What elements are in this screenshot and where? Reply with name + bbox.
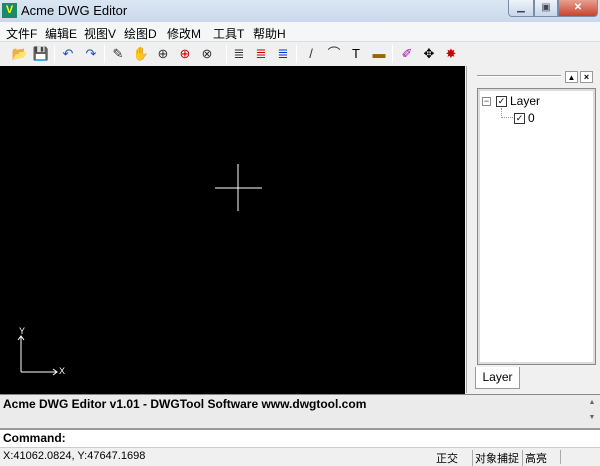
menu-draw[interactable]: 绘图D bbox=[124, 25, 157, 42]
zoom-window-icon[interactable]: ⊕ bbox=[154, 45, 172, 63]
layer-panel: ▲ × − ✓ Layer ✓ 0 Layer bbox=[466, 66, 600, 393]
title-bar: V Acme DWG Editor ▁ ▣ ✕ bbox=[0, 0, 600, 22]
command-label: Command: bbox=[3, 431, 66, 445]
layer-root-label[interactable]: Layer bbox=[510, 94, 540, 108]
menu-tools[interactable]: 工具T bbox=[213, 25, 244, 42]
menu-help[interactable]: 帮助H bbox=[253, 25, 286, 42]
move-icon[interactable]: ✥ bbox=[420, 45, 438, 63]
line-icon[interactable]: / bbox=[302, 45, 320, 63]
menu-file[interactable]: 文件F bbox=[6, 25, 37, 42]
panel-close-button[interactable]: × bbox=[580, 71, 593, 83]
ucs-axes-icon bbox=[17, 335, 58, 376]
text-icon[interactable]: T bbox=[347, 45, 365, 63]
explode-icon[interactable]: ✸ bbox=[442, 45, 460, 63]
zoom-center-icon[interactable]: ⊕ bbox=[176, 45, 194, 63]
toolbar-separator bbox=[392, 45, 393, 63]
layers-icon[interactable]: ≣ bbox=[230, 45, 248, 63]
command-line[interactable]: Command: bbox=[0, 428, 600, 447]
toolbar-separator bbox=[54, 45, 55, 63]
tree-connector bbox=[501, 108, 513, 118]
crosshair-cursor bbox=[215, 164, 262, 211]
panel-collapse-button[interactable]: ▲ bbox=[565, 71, 578, 83]
layer-root-checkbox[interactable]: ✓ bbox=[496, 96, 507, 107]
coordinates-readout: X:41062.0824, Y:47647.1698 bbox=[3, 450, 146, 462]
close-button[interactable]: ✕ bbox=[558, 0, 598, 17]
layer-tree: − ✓ Layer ✓ 0 bbox=[477, 88, 596, 365]
status-bar: X:41062.0824, Y:47647.1698 正交 对象捕捉 高亮 bbox=[0, 447, 600, 466]
layer-0-checkbox[interactable]: ✓ bbox=[514, 113, 525, 124]
layer-0-label[interactable]: 0 bbox=[528, 111, 535, 125]
open-icon[interactable]: 📂 bbox=[11, 45, 29, 63]
drawing-canvas[interactable]: Y X bbox=[0, 66, 465, 394]
toolbar: 📂 💾 ↶ ↷ ✎ ✋ ⊕ ⊕ ⊗ ≣ ≣ ≣ / ⌒ T ▬ ✐ ✥ ✸ bbox=[0, 42, 600, 66]
resize-grip[interactable] bbox=[560, 450, 600, 464]
highlight-toggle[interactable]: 高亮 bbox=[522, 450, 547, 466]
eraser-icon[interactable]: ✐ bbox=[398, 45, 416, 63]
window-title: Acme DWG Editor bbox=[21, 3, 128, 18]
pencil-icon[interactable]: ✎ bbox=[109, 45, 127, 63]
zoom-extents-icon[interactable]: ⊗ bbox=[198, 45, 216, 63]
ortho-toggle[interactable]: 正交 bbox=[436, 450, 458, 466]
collapse-icon[interactable]: − bbox=[482, 97, 491, 106]
menu-modify[interactable]: 修改M bbox=[167, 25, 201, 42]
menu-edit[interactable]: 编辑E bbox=[45, 25, 77, 42]
osnap-toggle[interactable]: 对象捕捉 bbox=[472, 450, 519, 466]
y-axis-label: Y bbox=[19, 326, 26, 336]
layer-new-icon[interactable]: ≣ bbox=[252, 45, 270, 63]
minimize-button[interactable]: ▁ bbox=[508, 0, 534, 17]
pan-hand-icon[interactable]: ✋ bbox=[132, 45, 150, 63]
dimension-icon[interactable]: ▬ bbox=[370, 45, 388, 63]
app-icon: V bbox=[2, 3, 17, 18]
arc-icon[interactable]: ⌒ bbox=[325, 45, 343, 63]
menu-bar: 文件F 编辑E 视图V 绘图D 修改M 工具T 帮助H bbox=[0, 22, 600, 42]
tab-layer[interactable]: Layer bbox=[475, 367, 520, 389]
canvas-overlay bbox=[17, 164, 262, 376]
output-area: Acme DWG Editor v1.01 - DWGTool Software… bbox=[0, 394, 600, 428]
toolbar-separator bbox=[296, 45, 297, 63]
redo-icon[interactable]: ↷ bbox=[82, 45, 100, 63]
panel-grip[interactable] bbox=[477, 75, 561, 77]
toolbar-separator bbox=[104, 45, 105, 63]
menu-view[interactable]: 视图V bbox=[84, 25, 116, 42]
output-scrollbar[interactable]: ▲ ▼ bbox=[584, 395, 600, 428]
layer-color-icon[interactable]: ≣ bbox=[274, 45, 292, 63]
save-icon[interactable]: 💾 bbox=[32, 45, 50, 63]
toolbar-separator bbox=[226, 45, 227, 63]
undo-icon[interactable]: ↶ bbox=[59, 45, 77, 63]
x-axis-label: X bbox=[59, 366, 66, 376]
maximize-button[interactable]: ▣ bbox=[534, 0, 558, 17]
output-text: Acme DWG Editor v1.01 - DWGTool Software… bbox=[3, 397, 367, 411]
